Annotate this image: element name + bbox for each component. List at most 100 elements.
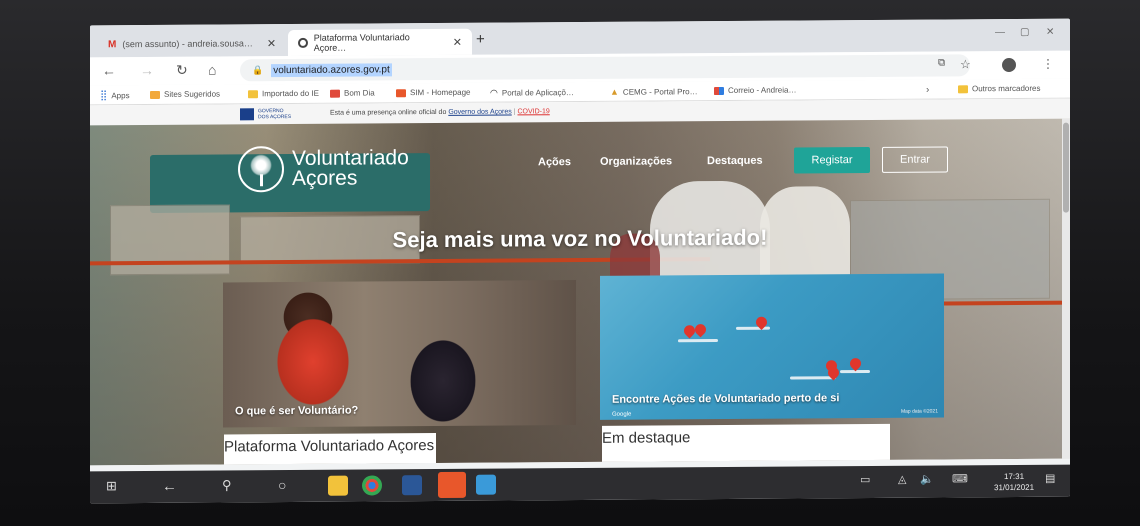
back-icon[interactable]: ← <box>102 62 116 78</box>
bookmark-label: Portal de Aplicaçõ… <box>501 88 574 98</box>
more-bookmarks-icon[interactable]: › <box>926 85 929 96</box>
menu-icon[interactable]: ⋮ <box>1042 57 1054 71</box>
bookmark-label: SIM - Homepage <box>410 87 471 98</box>
back-icon[interactable]: ← <box>162 478 177 495</box>
bookmark-item[interactable]: Bom Dia <box>330 88 375 98</box>
bookmark-item[interactable]: ◠ Portal de Aplicaçõ… <box>490 87 574 99</box>
sim-icon <box>396 88 406 97</box>
chrome-icon[interactable] <box>362 475 382 496</box>
close-window-icon[interactable]: ✕ <box>1046 27 1054 38</box>
bookmark-label: Correio - Andreia… <box>728 85 797 95</box>
screen: M (sem assunto) - andreia.sousa… ✕ Plata… <box>90 18 1070 504</box>
nav-organizacoes[interactable]: Organizações <box>600 155 672 168</box>
forward-icon[interactable]: → <box>140 62 154 78</box>
section-title-highlights: Em destaque <box>602 423 891 466</box>
gov-notice-text: Esta é uma presença online oficial do <box>330 108 447 117</box>
search-icon[interactable]: ⚲ <box>222 477 232 493</box>
maximize-icon[interactable]: ▢ <box>1020 27 1029 38</box>
logo-line-2: Açores <box>292 166 358 191</box>
map-credit: Map data ©2021 <box>900 408 938 415</box>
gmail-icon: M <box>108 38 117 50</box>
clock-date: 31/01/2021 <box>994 482 1035 493</box>
card-what-is-volunteer[interactable]: O que é ser Voluntário? <box>223 280 576 428</box>
card-label: O que é ser Voluntário? <box>235 404 359 418</box>
bookmark-label: Apps <box>111 91 130 101</box>
scrollbar[interactable] <box>1062 118 1070 459</box>
home-icon[interactable]: ⌂ <box>208 62 216 78</box>
avatar[interactable] <box>1002 57 1016 73</box>
tab-gmail[interactable]: M (sem assunto) - andreia.sousa… ✕ <box>98 30 288 57</box>
site-logo[interactable]: Voluntariado Açores <box>238 145 409 193</box>
cortana-icon[interactable]: ○ <box>278 477 286 493</box>
bookmark-label: Bom Dia <box>344 88 375 98</box>
tree-logo-icon <box>238 146 284 193</box>
address-bar[interactable]: 🔒 voluntariado.azores.gov.pt <box>240 54 970 82</box>
web-page: GOVERNO DOS AÇORES Esta é uma presença o… <box>90 98 1070 466</box>
minimize-icon[interactable]: — <box>995 27 1005 38</box>
bookmark-label: Outros marcadores <box>972 83 1041 94</box>
register-button[interactable]: Registar <box>794 146 870 174</box>
globe-icon <box>298 37 308 48</box>
tablet-mode-icon[interactable]: ▭ <box>860 473 870 486</box>
bookmark-item[interactable]: Sites Sugeridos <box>150 90 220 99</box>
nav-acoes[interactable]: Ações <box>538 156 571 168</box>
tab-title: Plataforma Voluntariado Açore… <box>313 32 410 53</box>
reload-icon[interactable]: ↻ <box>176 62 188 79</box>
url-text: voluntariado.azores.gov.pt <box>271 62 392 77</box>
map-island <box>678 339 718 343</box>
edge-icon[interactable] <box>438 471 466 498</box>
tab-title: (sem assunto) - andreia.sousa… <box>122 38 253 50</box>
bookmark-label: Sites Sugeridos <box>164 89 221 99</box>
mail-icon <box>714 86 724 95</box>
folder-icon <box>958 84 968 93</box>
section-title-platform: Plataforma Voluntariado Açores <box>224 433 437 466</box>
google-mark: Google <box>612 411 632 418</box>
close-icon[interactable]: ✕ <box>453 35 462 48</box>
folder-icon <box>248 89 258 98</box>
apps-grid-icon: ⣿ <box>100 90 108 102</box>
new-tab-button[interactable]: + <box>476 31 485 48</box>
portal-icon: ◠ <box>490 87 498 98</box>
bookmark-label: CEMG - Portal Pro… <box>622 86 698 97</box>
tree-icon <box>250 154 272 177</box>
wifi-icon[interactable]: ◬ <box>898 473 906 486</box>
card-label: Encontre Ações de Voluntariado perto de … <box>612 392 840 406</box>
keyboard-icon[interactable]: ⌨ <box>952 472 968 485</box>
photos-icon[interactable] <box>476 474 496 495</box>
cemg-icon: ▲ <box>610 86 619 97</box>
nav-destaques[interactable]: Destaques <box>707 155 763 167</box>
grid-icon <box>330 89 340 98</box>
bookmark-item[interactable]: ▲ CEMG - Portal Pro… <box>610 86 698 97</box>
scrollbar-thumb[interactable] <box>1063 122 1069 213</box>
map-pin-icon[interactable] <box>847 355 864 372</box>
gov-logo-icon <box>240 108 254 121</box>
gov-logo: GOVERNO DOS AÇORES <box>240 108 292 121</box>
word-icon[interactable] <box>402 475 422 496</box>
volume-icon[interactable]: 🔈 <box>920 473 934 486</box>
card-map[interactable]: Encontre Ações de Voluntariado perto de … <box>600 273 944 420</box>
gov-link[interactable]: Governo dos Açores <box>448 108 511 115</box>
map-island <box>736 326 770 330</box>
site-logo-text: Voluntariado Açores <box>292 146 409 191</box>
bookmark-item[interactable]: Correio - Andreia… <box>714 85 796 95</box>
windows-start-icon[interactable]: ⊞ <box>106 478 117 494</box>
file-explorer-icon[interactable] <box>328 475 348 496</box>
star-icon[interactable]: ☆ <box>960 57 971 71</box>
tab-voluntariado[interactable]: Plataforma Voluntariado Açore… ✕ <box>288 28 472 57</box>
bookmark-other[interactable]: Outros marcadores <box>958 84 1040 94</box>
hero: Voluntariado Açores Ações Organizações D… <box>90 118 1070 466</box>
bookmark-item[interactable]: Importado do IE <box>248 89 319 98</box>
clock[interactable]: 17:31 31/01/2021 <box>994 471 1034 493</box>
tree-trunk <box>260 174 263 187</box>
covid-link[interactable]: COVID-19 <box>517 108 549 115</box>
notifications-icon[interactable]: ▤ <box>1045 472 1055 485</box>
bookmark-item[interactable]: SIM - Homepage <box>396 88 470 98</box>
login-button[interactable]: Entrar <box>882 146 948 173</box>
bookmark-label: Importado do IE <box>262 88 319 99</box>
translate-icon[interactable]: ⧉ <box>938 57 945 68</box>
close-icon[interactable]: ✕ <box>267 37 276 50</box>
clock-time: 17:31 <box>1004 471 1025 482</box>
bookmark-apps[interactable]: ⣿ Apps <box>100 90 130 101</box>
lock-icon: 🔒 <box>252 64 264 75</box>
map-pin-icon[interactable] <box>692 321 709 338</box>
